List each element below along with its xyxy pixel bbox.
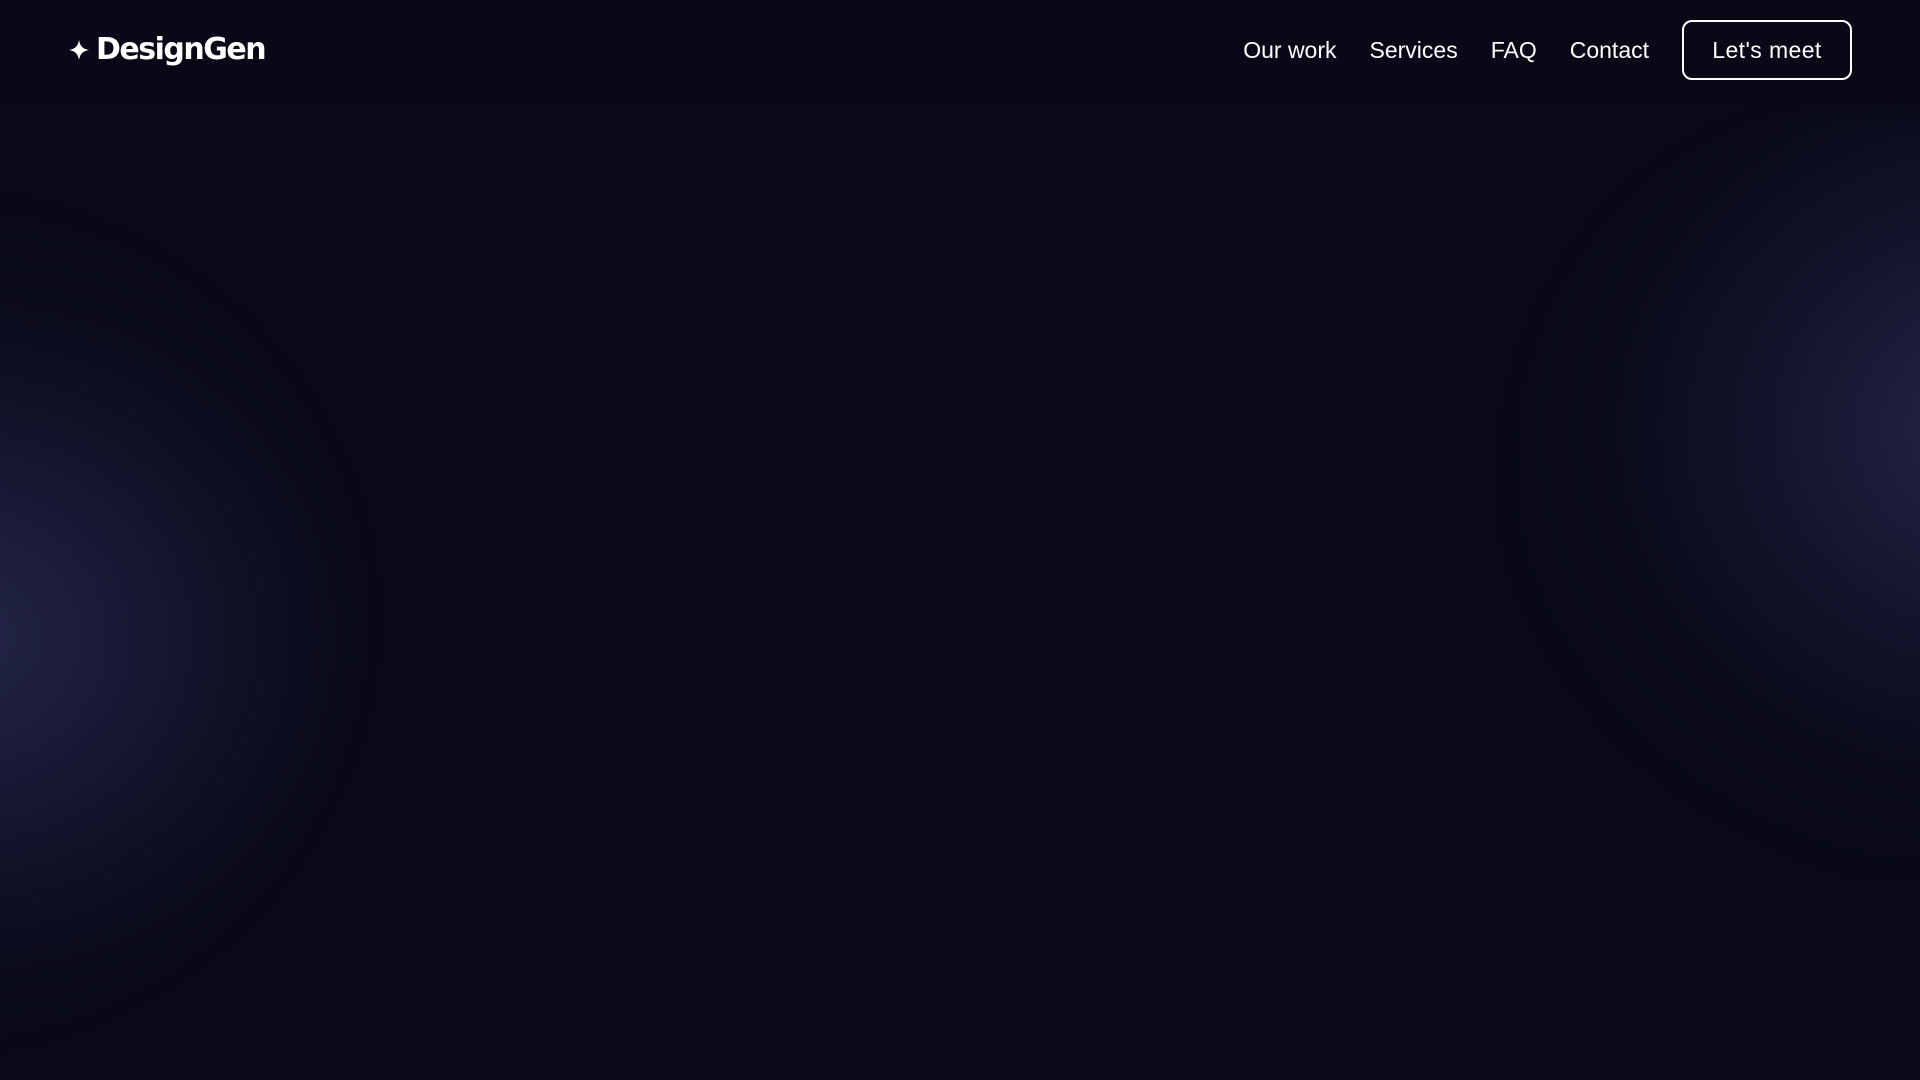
landing-page: DesignGen Our work Services FAQ Contact … — [0, 0, 1920, 1080]
main-navigation: Our work Services FAQ Contact Let's meet — [1243, 20, 1852, 80]
nav-our-work-link[interactable]: Our work — [1243, 38, 1336, 62]
brand-name: DesignGen — [96, 32, 267, 67]
right-ambient-glow — [1510, 110, 1920, 870]
nav-services-link[interactable]: Services — [1370, 38, 1458, 62]
left-ambient-glow — [0, 200, 360, 1040]
nav-contact-link[interactable]: Contact — [1570, 38, 1649, 62]
sparkle-icon — [68, 39, 90, 61]
nav-faq-link[interactable]: FAQ — [1491, 38, 1537, 62]
lets-meet-button[interactable]: Let's meet — [1682, 20, 1852, 80]
top-navigation-bar: DesignGen Our work Services FAQ Contact … — [0, 0, 1920, 100]
brand-logo-link[interactable]: DesignGen — [68, 32, 267, 67]
